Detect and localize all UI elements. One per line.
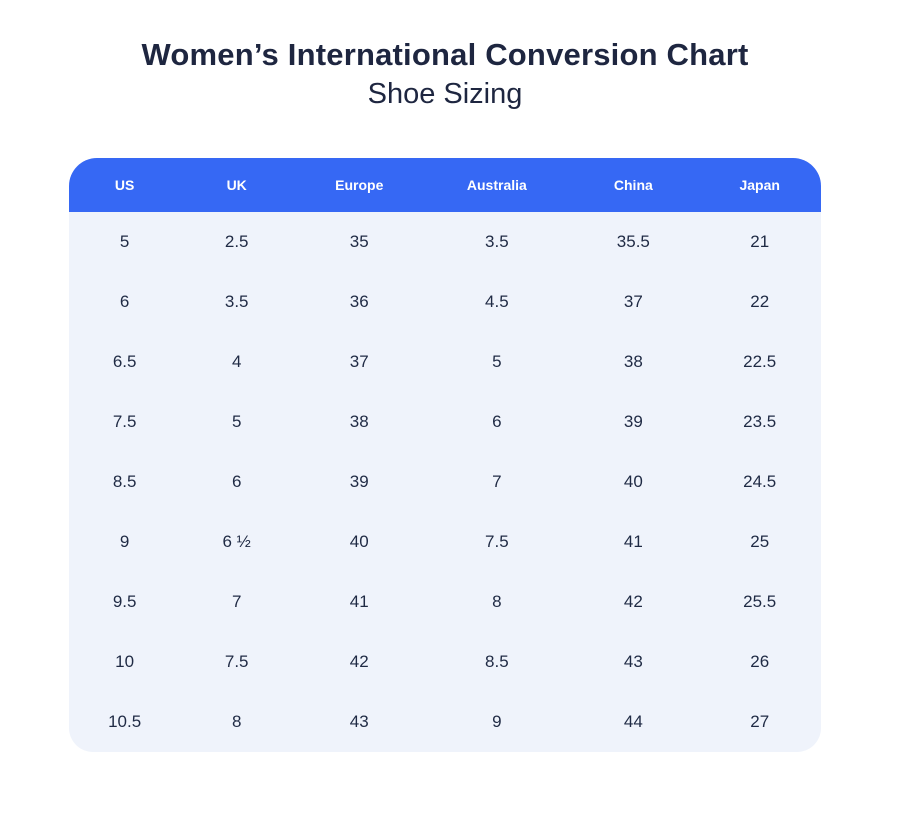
table-cell-us-row2: 6 bbox=[69, 272, 180, 332]
table-cell-us-row8: 10 bbox=[69, 632, 180, 692]
table-cell-europe-row4: 38 bbox=[293, 392, 425, 452]
header-cell-us: US bbox=[69, 158, 180, 212]
page-subtitle: Shoe Sizing bbox=[0, 76, 890, 112]
table-cell-japan-row8: 26 bbox=[698, 632, 821, 692]
table-cell-australia-row9: 9 bbox=[425, 692, 568, 752]
table-cell-australia-row7: 8 bbox=[425, 572, 568, 632]
table-cell-europe-row6: 40 bbox=[293, 512, 425, 572]
table-cell-uk-row4: 5 bbox=[180, 392, 293, 452]
table-cell-europe-row7: 41 bbox=[293, 572, 425, 632]
table-cell-uk-row8: 7.5 bbox=[180, 632, 293, 692]
table-row: 107.5428.54326 bbox=[69, 632, 821, 692]
header-cell-china: China bbox=[568, 158, 698, 212]
table-cell-europe-row9: 43 bbox=[293, 692, 425, 752]
table-row: 8.563974024.5 bbox=[69, 452, 821, 512]
table-cell-australia-row4: 6 bbox=[425, 392, 568, 452]
table-cell-japan-row2: 22 bbox=[698, 272, 821, 332]
table-cell-australia-row1: 3.5 bbox=[425, 212, 568, 272]
table-cell-us-row4: 7.5 bbox=[69, 392, 180, 452]
table-cell-europe-row2: 36 bbox=[293, 272, 425, 332]
table-cell-australia-row3: 5 bbox=[425, 332, 568, 392]
table-header-row: USUKEuropeAustraliaChinaJapan bbox=[69, 158, 821, 212]
table-cell-china-row8: 43 bbox=[568, 632, 698, 692]
table-cell-australia-row5: 7 bbox=[425, 452, 568, 512]
table-cell-china-row2: 37 bbox=[568, 272, 698, 332]
table-cell-australia-row6: 7.5 bbox=[425, 512, 568, 572]
header-cell-australia: Australia bbox=[425, 158, 568, 212]
table-row: 52.5353.535.521 bbox=[69, 212, 821, 272]
table-cell-japan-row1: 21 bbox=[698, 212, 821, 272]
shoe-size-conversion-table: USUKEuropeAustraliaChinaJapan 52.5353.53… bbox=[69, 158, 821, 752]
table-row: 6.543753822.5 bbox=[69, 332, 821, 392]
table-row: 9.574184225.5 bbox=[69, 572, 821, 632]
table-cell-china-row1: 35.5 bbox=[568, 212, 698, 272]
table-cell-uk-row3: 4 bbox=[180, 332, 293, 392]
table-cell-us-row3: 6.5 bbox=[69, 332, 180, 392]
header-cell-europe: Europe bbox=[293, 158, 425, 212]
header-cell-uk: UK bbox=[180, 158, 293, 212]
table-body: 52.5353.535.52163.5364.537226.543753822.… bbox=[69, 212, 821, 752]
table-cell-japan-row5: 24.5 bbox=[698, 452, 821, 512]
table-cell-uk-row9: 8 bbox=[180, 692, 293, 752]
table-row: 63.5364.53722 bbox=[69, 272, 821, 332]
table-cell-japan-row9: 27 bbox=[698, 692, 821, 752]
table-cell-china-row3: 38 bbox=[568, 332, 698, 392]
table-cell-uk-row7: 7 bbox=[180, 572, 293, 632]
table-cell-us-row1: 5 bbox=[69, 212, 180, 272]
table-cell-us-row5: 8.5 bbox=[69, 452, 180, 512]
table-cell-uk-row6: 6 ½ bbox=[180, 512, 293, 572]
table-cell-china-row4: 39 bbox=[568, 392, 698, 452]
table-cell-europe-row1: 35 bbox=[293, 212, 425, 272]
table-row: 10.584394427 bbox=[69, 692, 821, 752]
header-cell-japan: Japan bbox=[698, 158, 821, 212]
table-cell-uk-row2: 3.5 bbox=[180, 272, 293, 332]
table-cell-uk-row1: 2.5 bbox=[180, 212, 293, 272]
table-cell-europe-row3: 37 bbox=[293, 332, 425, 392]
table-row: 7.553863923.5 bbox=[69, 392, 821, 452]
table-cell-europe-row5: 39 bbox=[293, 452, 425, 512]
table-cell-us-row7: 9.5 bbox=[69, 572, 180, 632]
table-cell-us-row6: 9 bbox=[69, 512, 180, 572]
table-cell-japan-row6: 25 bbox=[698, 512, 821, 572]
table-cell-china-row5: 40 bbox=[568, 452, 698, 512]
table-cell-europe-row8: 42 bbox=[293, 632, 425, 692]
table-cell-china-row6: 41 bbox=[568, 512, 698, 572]
table-cell-uk-row5: 6 bbox=[180, 452, 293, 512]
table-cell-china-row9: 44 bbox=[568, 692, 698, 752]
page-content: Women’s International Conversion Chart S… bbox=[0, 36, 890, 752]
table-row: 96 ½407.54125 bbox=[69, 512, 821, 572]
table-cell-china-row7: 42 bbox=[568, 572, 698, 632]
page-title: Women’s International Conversion Chart bbox=[0, 36, 890, 74]
table-cell-us-row9: 10.5 bbox=[69, 692, 180, 752]
conversion-table-container: USUKEuropeAustraliaChinaJapan 52.5353.53… bbox=[69, 158, 821, 752]
table-cell-japan-row7: 25.5 bbox=[698, 572, 821, 632]
table-cell-australia-row8: 8.5 bbox=[425, 632, 568, 692]
table-cell-japan-row3: 22.5 bbox=[698, 332, 821, 392]
table-cell-japan-row4: 23.5 bbox=[698, 392, 821, 452]
table-cell-australia-row2: 4.5 bbox=[425, 272, 568, 332]
